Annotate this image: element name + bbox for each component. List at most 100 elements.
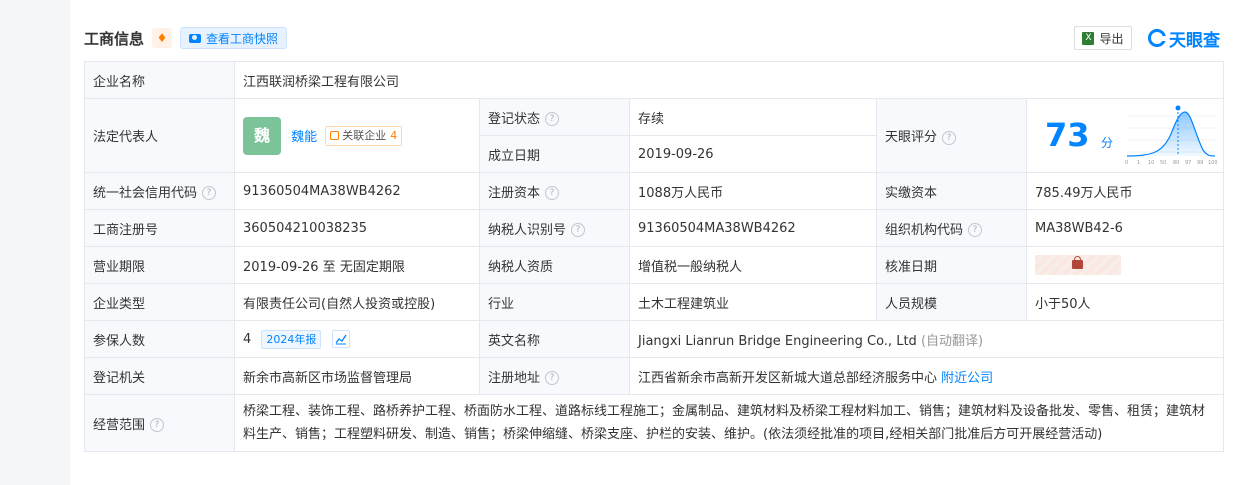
avatar[interactable]: 魏 — [243, 116, 281, 155]
table-row: 参保人数 4 2024年报 英文名称 Jiangxi Lianrun Bridg… — [84, 320, 1225, 358]
axis-tick: 100 — [1208, 160, 1218, 166]
score-label-cell: 天眼评分? — [876, 98, 1027, 173]
reg-address-label: 注册地址 — [488, 370, 541, 386]
reg-capital-value: 1088万人民币 — [629, 172, 877, 210]
table-row: 登记机关 新余市高新区市场监督管理局 注册地址? 江西省新余市高新开发区新城大道… — [84, 357, 1225, 395]
axis-tick: 80 — [1173, 160, 1179, 166]
score-unit: 分 — [1101, 135, 1114, 150]
insured-value: 4 — [243, 331, 252, 347]
credit-code-label: 统一社会信用代码 — [93, 185, 198, 201]
axis-tick: 50 — [1160, 160, 1166, 166]
org-code-value: MA38WB42-6 — [1025, 209, 1225, 247]
table-row: 企业名称 江西联润桥梁工程有限公司 — [84, 61, 1225, 99]
table-row: 经营范围? 桥梁工程、装饰工程、路桥养护工程、桥面防水工程、道路标线工程施工；金… — [84, 394, 1225, 452]
found-date-label: 成立日期 — [479, 135, 630, 173]
legal-rep-name-link[interactable]: 魏能 — [291, 130, 317, 145]
score-distribution-chart: 0 1 10 50 80 97 99 100 — [1125, 105, 1218, 166]
legal-rep-cell: 魏 魏能 关联企业 4 — [234, 98, 480, 173]
scope-label-cell: 经营范围? — [84, 394, 235, 452]
section-header: 工商信息 ♦ 查看工商快照 — [84, 26, 288, 50]
paid-capital-label: 实缴资本 — [876, 172, 1027, 210]
reg-address-value: 江西省新余市高新开发区新城大道总部经济服务中心 — [638, 370, 938, 386]
related-label: 关联企业 — [342, 128, 387, 142]
help-icon[interactable]: ? — [202, 186, 217, 200]
org-code-label: 组织机构代码 — [885, 222, 964, 238]
auto-translate-note: (自动翻译) — [920, 333, 984, 349]
company-type-value: 有限责任公司(自然人投资或控股) — [234, 283, 480, 321]
industry-label: 行业 — [479, 283, 630, 321]
table-row: 工商注册号 360504210038235 纳税人识别号? 91360504MA… — [84, 209, 1225, 247]
axis-tick: 1 — [1137, 160, 1140, 166]
reg-status-label-cell: 登记状态? — [479, 98, 630, 136]
credit-code-value: 91360504MA38WB4262 — [234, 172, 480, 210]
trend-chart-icon[interactable] — [331, 330, 350, 348]
scope-value: 桥梁工程、装饰工程、路桥养护工程、桥面防水工程、道路标线工程施工；金属制品、建筑… — [233, 394, 1225, 452]
export-button-label: 导出 — [1099, 31, 1124, 46]
score-label: 天眼评分 — [885, 130, 938, 145]
industry-value: 土木工程建筑业 — [629, 283, 877, 321]
business-term-label: 营业期限 — [84, 246, 235, 284]
taxpayer-id-label: 纳税人识别号 — [488, 222, 567, 238]
section-title: 工商信息 — [84, 29, 145, 48]
help-icon[interactable]: ? — [545, 186, 560, 200]
reg-number-label: 工商注册号 — [84, 209, 235, 247]
table-row: 企业类型 有限责任公司(自然人投资或控股) 行业 土木工程建筑业 人员规模 小于… — [84, 283, 1225, 321]
axis-tick: 0 — [1125, 160, 1128, 166]
reg-authority-label: 登记机关 — [84, 357, 235, 395]
table-row: 法定代表人 魏 魏能 关联企业 4 登记状态? 存续 天眼评分? 73 分 0 … — [84, 98, 1225, 173]
business-term-value: 2019-09-26 至 无固定期限 — [234, 246, 480, 284]
snapshot-button[interactable]: 查看工商快照 — [180, 27, 288, 49]
reg-number-value: 360504210038235 — [234, 209, 480, 247]
reg-capital-label: 注册资本 — [488, 185, 541, 201]
table-row: 营业期限 2019-09-26 至 无固定期限 纳税人资质 增值税一般纳税人 核… — [84, 246, 1225, 284]
axis-tick: 10 — [1148, 160, 1154, 166]
page-gutter — [0, 0, 70, 485]
help-icon[interactable]: ? — [545, 112, 560, 126]
camera-icon — [189, 33, 202, 43]
reg-address-label-cell: 注册地址? — [479, 357, 630, 395]
taxpayer-qual-value: 增值税一般纳税人 — [629, 246, 877, 284]
lock-icon — [1072, 256, 1083, 269]
business-info-panel: 工商信息 ♦ 查看工商快照 X 导出 天眼查 企业名称 江西联润桥梁工程有限公司… — [70, 0, 1233, 485]
taxpayer-qual-label: 纳税人资质 — [479, 246, 630, 284]
help-icon[interactable]: ? — [571, 223, 586, 237]
taxpayer-id-label-cell: 纳税人识别号? — [479, 209, 630, 247]
company-name-label: 企业名称 — [84, 61, 235, 99]
axis-tick: 99 — [1197, 160, 1203, 166]
table-row: 统一社会信用代码? 91360504MA38WB4262 注册资本? 1088万… — [84, 172, 1225, 210]
bell-icon[interactable]: ♦ — [152, 28, 173, 48]
help-icon[interactable]: ? — [942, 130, 957, 145]
insured-label: 参保人数 — [84, 320, 235, 358]
score-widget[interactable]: 73 分 0 1 10 50 80 97 99 100 — [1027, 100, 1223, 172]
export-button[interactable]: X 导出 — [1074, 26, 1132, 50]
help-icon[interactable]: ? — [545, 371, 560, 385]
nearby-companies-link[interactable]: 附近公司 — [941, 371, 993, 386]
score-cell[interactable]: 73 分 0 1 10 50 80 97 99 100 — [1025, 98, 1225, 173]
score-marker-dot — [1175, 105, 1181, 110]
locked-value-button[interactable] — [1035, 255, 1121, 275]
annual-report-badge[interactable]: 2024年报 — [261, 329, 322, 349]
staff-size-value: 小于50人 — [1025, 283, 1225, 321]
taxpayer-id-value: 91360504MA38WB4262 — [629, 209, 877, 247]
paid-capital-value: 785.49万人民币 — [1025, 172, 1225, 210]
credit-code-label-cell: 统一社会信用代码? — [84, 172, 235, 210]
reg-status-label: 登记状态 — [488, 111, 541, 127]
insured-cell: 4 2024年报 — [234, 320, 480, 358]
org-code-label-cell: 组织机构代码? — [876, 209, 1027, 247]
english-name-cell: Jiangxi Lianrun Bridge Engineering Co., … — [628, 320, 1225, 358]
reg-address-cell: 江西省新余市高新开发区新城大道总部经济服务中心 附近公司 — [628, 357, 1225, 395]
company-icon — [330, 130, 340, 140]
snapshot-button-label: 查看工商快照 — [206, 31, 279, 46]
help-icon[interactable]: ? — [150, 418, 165, 432]
help-icon[interactable]: ? — [968, 223, 983, 237]
related-count: 4 — [390, 128, 398, 142]
tianyancha-logo-icon — [1148, 29, 1166, 47]
score-value: 73 — [1045, 115, 1090, 154]
found-date-value: 2019-09-26 — [629, 135, 877, 173]
reg-status-value: 存续 — [629, 98, 877, 136]
english-name-label: 英文名称 — [479, 320, 630, 358]
related-companies-badge[interactable]: 关联企业 4 — [325, 125, 403, 146]
scope-label: 经营范围 — [93, 417, 146, 433]
approval-date-cell — [1025, 246, 1225, 284]
brand-logo: 天眼查 — [1148, 26, 1220, 51]
